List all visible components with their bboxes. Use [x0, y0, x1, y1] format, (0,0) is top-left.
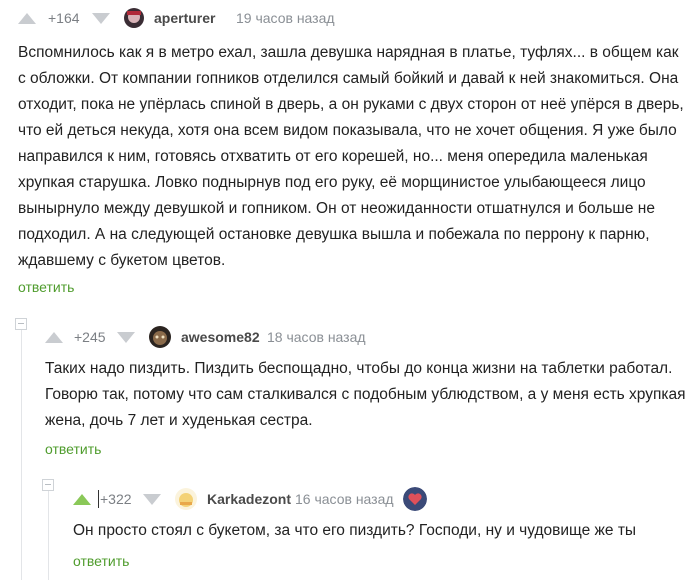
avatar[interactable]: [149, 326, 171, 348]
avatar-image-icon: [175, 488, 197, 510]
avatar[interactable]: [175, 488, 197, 510]
comment-body: Он просто стоял с букетом, за что его пи…: [73, 522, 637, 539]
upvote-arrow-icon[interactable]: [45, 332, 63, 343]
avatar-image-icon: [124, 8, 144, 28]
collapse-thread-icon[interactable]: [42, 479, 54, 491]
heart-badge-icon: [403, 487, 427, 511]
downvote-arrow-icon[interactable]: [117, 332, 135, 343]
comment-rating: +245: [74, 329, 106, 345]
reply-link[interactable]: ответить: [18, 279, 74, 295]
reply-link[interactable]: ответить: [73, 553, 129, 569]
timestamp[interactable]: 16 часов назад: [295, 491, 394, 507]
collapse-thread-icon[interactable]: [15, 318, 27, 330]
thread-line[interactable]: [21, 330, 22, 580]
avatar[interactable]: [124, 8, 144, 28]
thread-line[interactable]: [48, 491, 49, 580]
downvote-arrow-icon[interactable]: [143, 494, 161, 505]
reply-link[interactable]: ответить: [45, 441, 101, 457]
username-link[interactable]: aperturer: [154, 10, 215, 26]
reply-target-avatar[interactable]: [403, 487, 427, 511]
comment-body: Таких надо пиздить. Пиздить беспощадно, …: [45, 360, 686, 429]
username-link[interactable]: awesome82: [181, 329, 260, 345]
comment-body: Вспомнилось как я в метро ехал, зашла де…: [18, 44, 684, 269]
upvote-arrow-icon[interactable]: [18, 13, 36, 24]
comment-rating: +164: [48, 10, 80, 26]
upvote-arrow-icon[interactable]: [73, 494, 91, 505]
comment-rating: +322: [100, 491, 132, 507]
username-link[interactable]: Karkadezont: [207, 491, 291, 507]
avatar-image-icon: [149, 326, 171, 348]
timestamp[interactable]: 18 часов назад: [267, 329, 366, 345]
downvote-arrow-icon[interactable]: [92, 13, 110, 24]
text-cursor: [98, 490, 99, 508]
timestamp[interactable]: 19 часов назад: [236, 10, 335, 26]
